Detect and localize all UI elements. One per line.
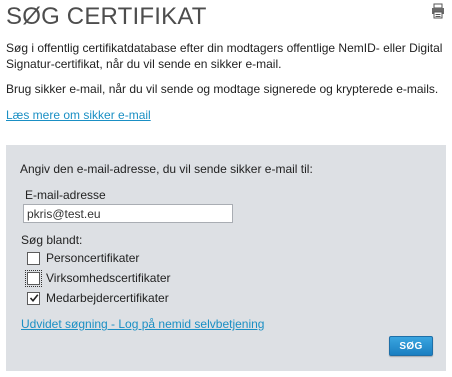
secure-email-paragraph: Brug sikker e-mail, når du vil sende og … bbox=[6, 82, 439, 96]
email-input[interactable] bbox=[23, 204, 233, 223]
company-certificates-label[interactable]: Virksomhedscertifikater bbox=[46, 270, 171, 286]
person-certificates-label[interactable]: Personcertifikater bbox=[46, 250, 139, 266]
printer-icon[interactable] bbox=[431, 3, 445, 19]
person-certificates-checkbox[interactable] bbox=[27, 251, 40, 265]
read-more-link[interactable]: Læs mere om sikker e-mail bbox=[6, 107, 151, 123]
search-among-label: Søg blandt: bbox=[21, 233, 83, 247]
option-employee-certificates[interactable]: Medarbejdercertifikater bbox=[27, 290, 169, 306]
checkmark-icon bbox=[29, 293, 39, 302]
advanced-search-link[interactable]: Udvidet søgning - Log på nemid selvbetje… bbox=[21, 316, 264, 332]
option-company-certificates[interactable]: Virksomhedscertifikater bbox=[25, 269, 171, 287]
employee-certificates-label[interactable]: Medarbejdercertifikater bbox=[46, 290, 169, 306]
intro-paragraph: Søg i offentlig certifikatdatabase efter… bbox=[6, 41, 443, 71]
search-button[interactable]: SØG bbox=[389, 336, 433, 356]
option-person-certificates[interactable]: Personcertifikater bbox=[27, 250, 139, 266]
company-certificates-checkbox[interactable] bbox=[25, 269, 42, 287]
search-panel: Angiv den e-mail-adresse, du vil sende s… bbox=[6, 145, 446, 371]
email-label: E-mail-adresse bbox=[25, 188, 106, 202]
page-title: SØG CERTIFIKAT bbox=[6, 3, 207, 30]
employee-certificates-checkbox[interactable] bbox=[27, 291, 40, 305]
email-prompt: Angiv den e-mail-adresse, du vil sende s… bbox=[20, 162, 313, 176]
